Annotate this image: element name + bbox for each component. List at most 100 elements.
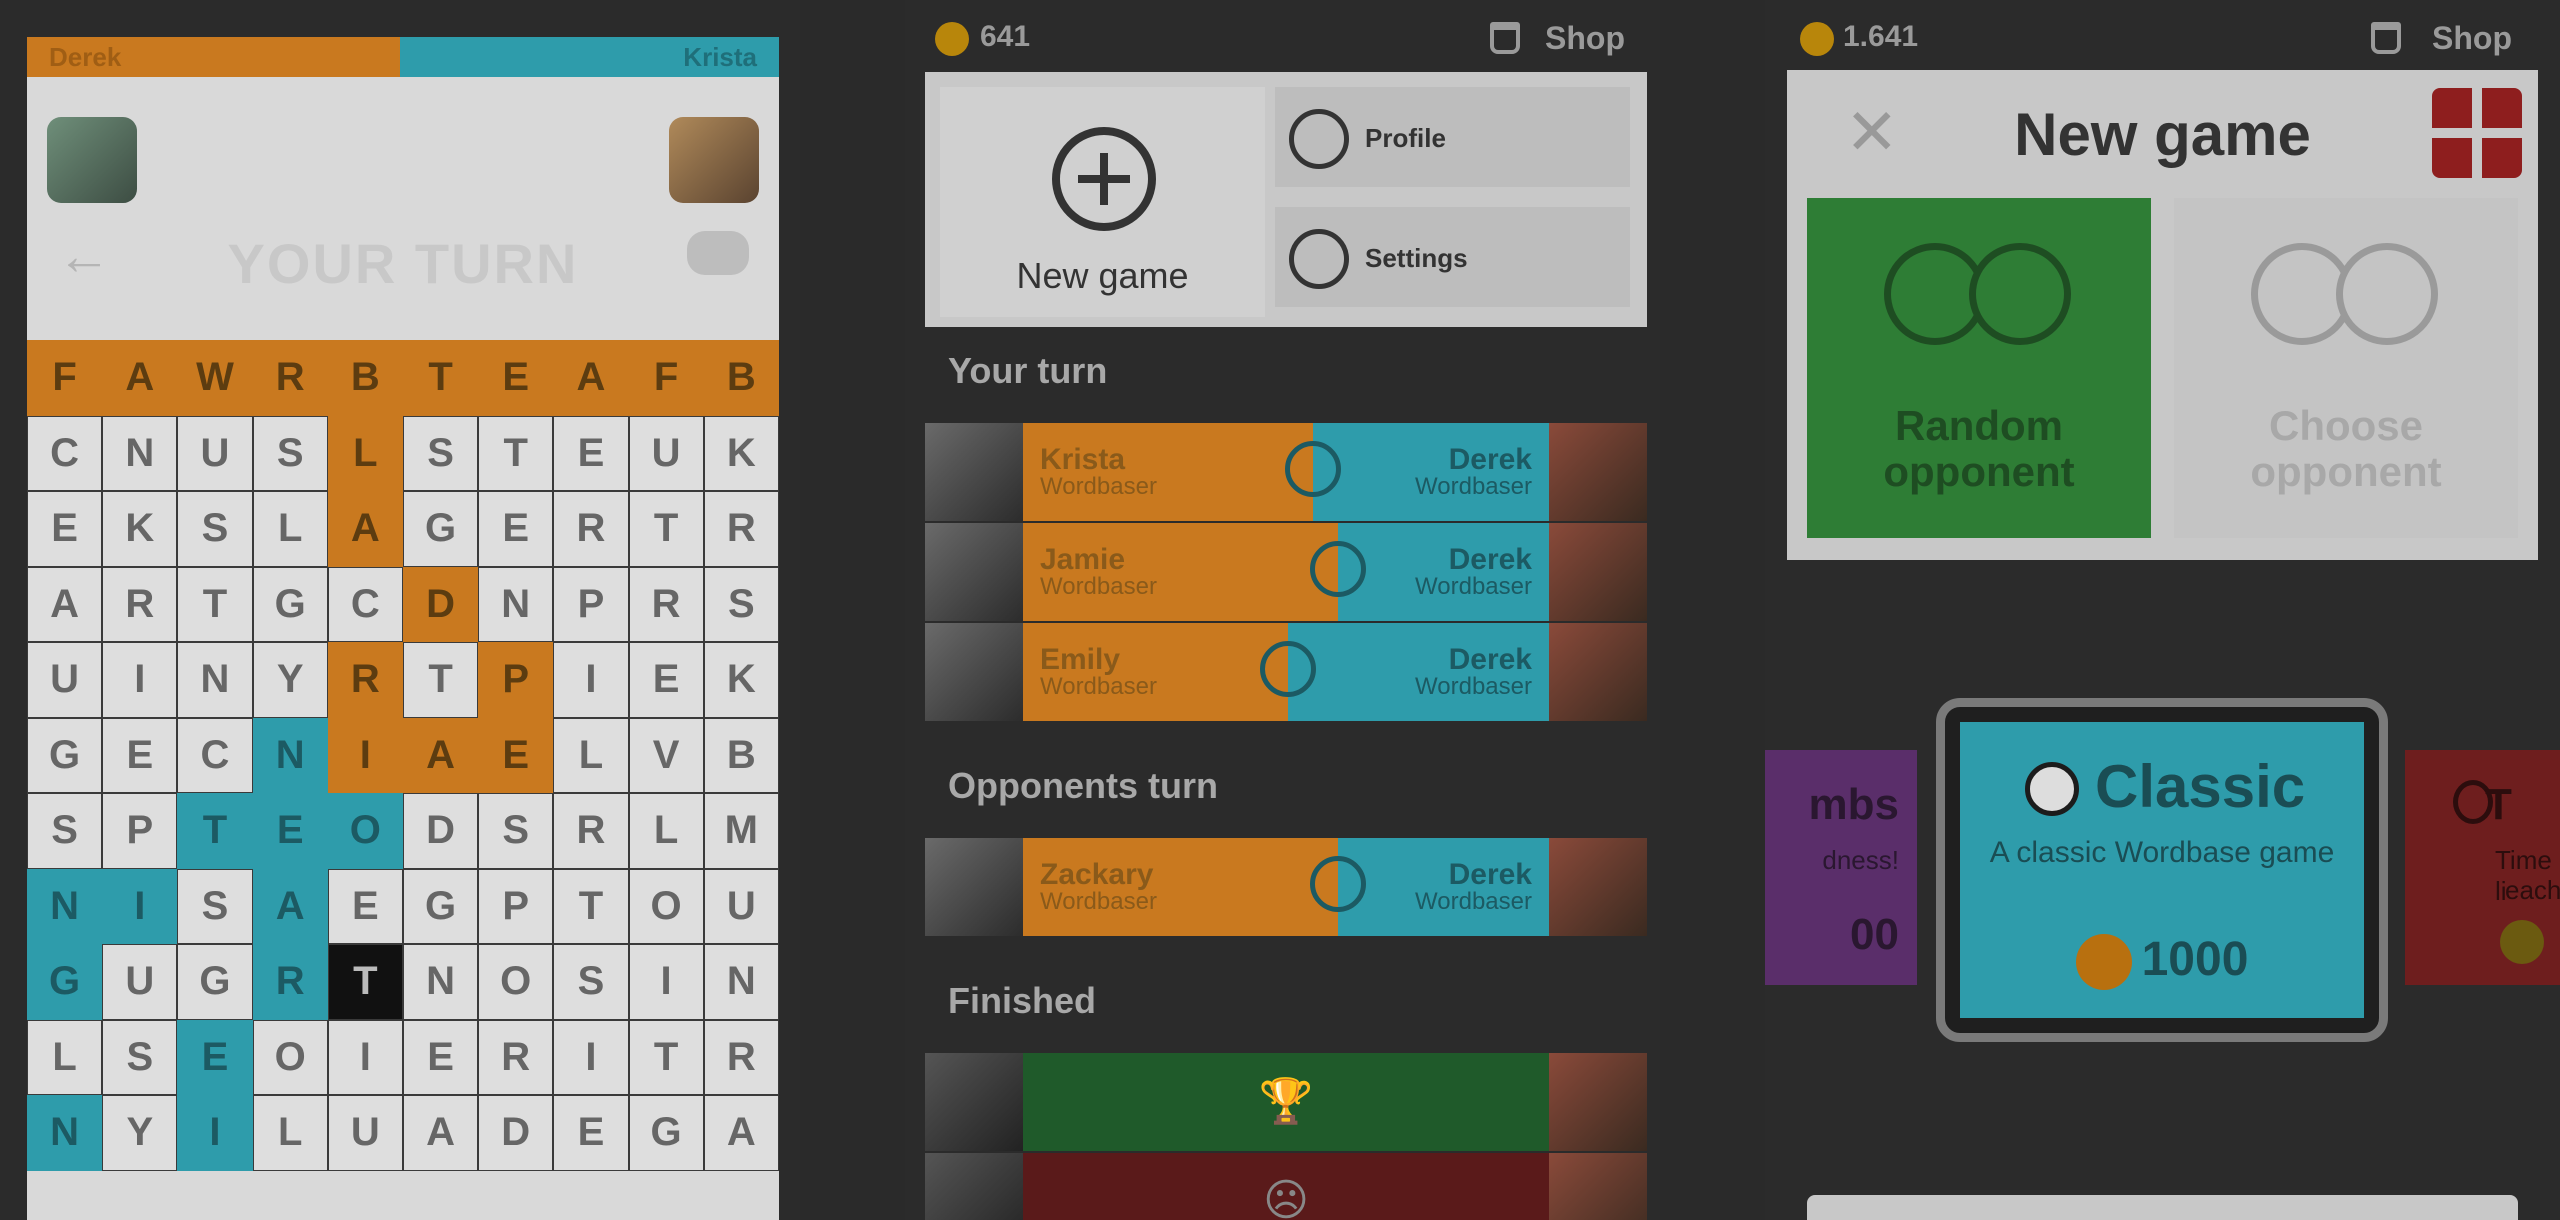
letter-tile[interactable]: I: [553, 642, 629, 718]
letter-tile[interactable]: T: [553, 868, 629, 944]
letter-tile[interactable]: L: [553, 717, 629, 793]
player-left-avatar[interactable]: [47, 117, 137, 203]
letter-tile[interactable]: E: [102, 717, 178, 793]
letter-tile[interactable]: S: [252, 415, 328, 491]
new-game-button[interactable]: New game: [940, 87, 1265, 317]
letter-tile[interactable]: O: [327, 793, 403, 869]
letter-tile[interactable]: R: [703, 491, 779, 567]
letter-tile[interactable]: G: [402, 491, 479, 567]
letter-tile[interactable]: T: [327, 944, 403, 1020]
letter-tile[interactable]: U: [628, 415, 704, 491]
letter-tile[interactable]: E: [252, 793, 328, 869]
letter-tile[interactable]: T: [177, 566, 253, 642]
letter-tile[interactable]: I: [327, 1019, 403, 1095]
letter-tile[interactable]: C: [27, 415, 103, 491]
letter-tile[interactable]: T: [478, 415, 554, 491]
letter-tile[interactable]: E: [27, 491, 103, 567]
letter-tile[interactable]: E: [628, 642, 704, 718]
letter-tile[interactable]: V: [628, 717, 704, 793]
finished-game-row[interactable]: 🏆: [925, 1053, 1647, 1151]
letter-tile[interactable]: G: [252, 566, 328, 642]
letter-tile[interactable]: R: [703, 1019, 779, 1095]
letter-tile[interactable]: M: [703, 793, 779, 869]
flag-icon[interactable]: [2432, 88, 2522, 178]
shop-button[interactable]: Shop: [1545, 20, 1625, 57]
letter-tile[interactable]: U: [102, 944, 178, 1020]
letter-tile[interactable]: T: [402, 340, 479, 416]
letter-tile[interactable]: Y: [252, 642, 328, 718]
letter-tile[interactable]: G: [177, 944, 253, 1020]
letter-tile[interactable]: L: [628, 793, 704, 869]
letter-tile[interactable]: R: [553, 793, 629, 869]
letter-tile[interactable]: R: [478, 1019, 554, 1095]
letter-tile[interactable]: I: [102, 868, 178, 944]
game-row[interactable]: Jamie Wordbaser Derek Wordbaser: [925, 523, 1647, 621]
letter-tile[interactable]: P: [478, 642, 554, 718]
letter-tile[interactable]: U: [327, 1095, 403, 1171]
letter-tile[interactable]: P: [553, 566, 629, 642]
letter-tile[interactable]: S: [102, 1019, 178, 1095]
letter-tile[interactable]: N: [703, 944, 779, 1020]
letter-tile[interactable]: S: [703, 566, 779, 642]
letter-tile[interactable]: T: [628, 1019, 704, 1095]
letter-tile[interactable]: S: [27, 793, 103, 869]
settings-button[interactable]: Settings: [1275, 207, 1630, 307]
shop-bag-icon[interactable]: [1490, 22, 1520, 54]
letter-tile[interactable]: U: [177, 415, 253, 491]
game-row[interactable]: Emily Wordbaser Derek Wordbaser: [925, 623, 1647, 721]
shop-button[interactable]: Shop: [2432, 20, 2512, 57]
mode-card-bombs[interactable]: mbs dness! 00: [1765, 750, 1917, 985]
game-mode-carousel[interactable]: mbs dness! 00 Classic A classic Wordbase…: [1765, 698, 2560, 1042]
letter-tile[interactable]: S: [478, 793, 554, 869]
letter-tile[interactable]: A: [402, 1095, 479, 1171]
letter-tile[interactable]: B: [703, 717, 779, 793]
letter-tile[interactable]: S: [177, 491, 253, 567]
letter-tile[interactable]: G: [628, 1095, 704, 1171]
letter-tile[interactable]: A: [102, 340, 178, 416]
letter-tile[interactable]: R: [327, 642, 403, 718]
letter-tile[interactable]: U: [703, 868, 779, 944]
letter-tile[interactable]: P: [102, 793, 178, 869]
letter-tile[interactable]: I: [102, 642, 178, 718]
mode-card-timed[interactable]: T Time li each: [2405, 750, 2560, 985]
letter-tile[interactable]: N: [177, 642, 253, 718]
letter-tile[interactable]: E: [177, 1019, 253, 1095]
letter-tile[interactable]: E: [553, 415, 629, 491]
letter-tile[interactable]: C: [327, 566, 403, 642]
letter-tile[interactable]: G: [402, 868, 479, 944]
finished-game-row[interactable]: ☹: [925, 1153, 1647, 1220]
choose-opponent-button[interactable]: Choose opponent: [2174, 198, 2518, 538]
shop-bag-icon[interactable]: [2371, 22, 2401, 54]
game-row[interactable]: Zackary Wordbaser Derek Wordbaser: [925, 838, 1647, 936]
letter-tile[interactable]: A: [252, 868, 328, 944]
mode-card-classic[interactable]: Classic A classic Wordbase game 1000: [1936, 698, 2388, 1042]
letter-tile[interactable]: K: [102, 491, 178, 567]
letter-tile[interactable]: E: [478, 340, 554, 416]
letter-tile[interactable]: I: [177, 1095, 253, 1171]
letter-tile[interactable]: N: [478, 566, 554, 642]
letter-tile[interactable]: O: [628, 868, 704, 944]
letter-tile[interactable]: A: [402, 717, 479, 793]
letter-tile[interactable]: Y: [102, 1095, 178, 1171]
letter-tile[interactable]: D: [402, 566, 479, 642]
chat-icon[interactable]: [687, 231, 749, 275]
letter-tile[interactable]: S: [177, 868, 253, 944]
letter-tile[interactable]: E: [478, 717, 554, 793]
letter-tile[interactable]: T: [177, 793, 253, 869]
game-row[interactable]: Krista Wordbaser Derek Wordbaser: [925, 423, 1647, 521]
letter-tile[interactable]: S: [553, 944, 629, 1020]
letter-tile[interactable]: O: [252, 1019, 328, 1095]
letter-tile[interactable]: N: [27, 1095, 103, 1171]
letter-tile[interactable]: A: [553, 340, 629, 416]
letter-tile[interactable]: E: [478, 491, 554, 567]
letter-tile[interactable]: B: [327, 340, 403, 416]
letter-tile[interactable]: D: [402, 793, 479, 869]
letter-tile[interactable]: N: [102, 415, 178, 491]
letter-tile[interactable]: P: [478, 868, 554, 944]
letter-tile[interactable]: R: [102, 566, 178, 642]
letter-tile[interactable]: B: [703, 340, 779, 416]
letter-tile[interactable]: T: [402, 642, 479, 718]
letter-tile[interactable]: A: [27, 566, 103, 642]
letter-tile[interactable]: R: [252, 340, 328, 416]
letter-tile[interactable]: T: [628, 491, 704, 567]
